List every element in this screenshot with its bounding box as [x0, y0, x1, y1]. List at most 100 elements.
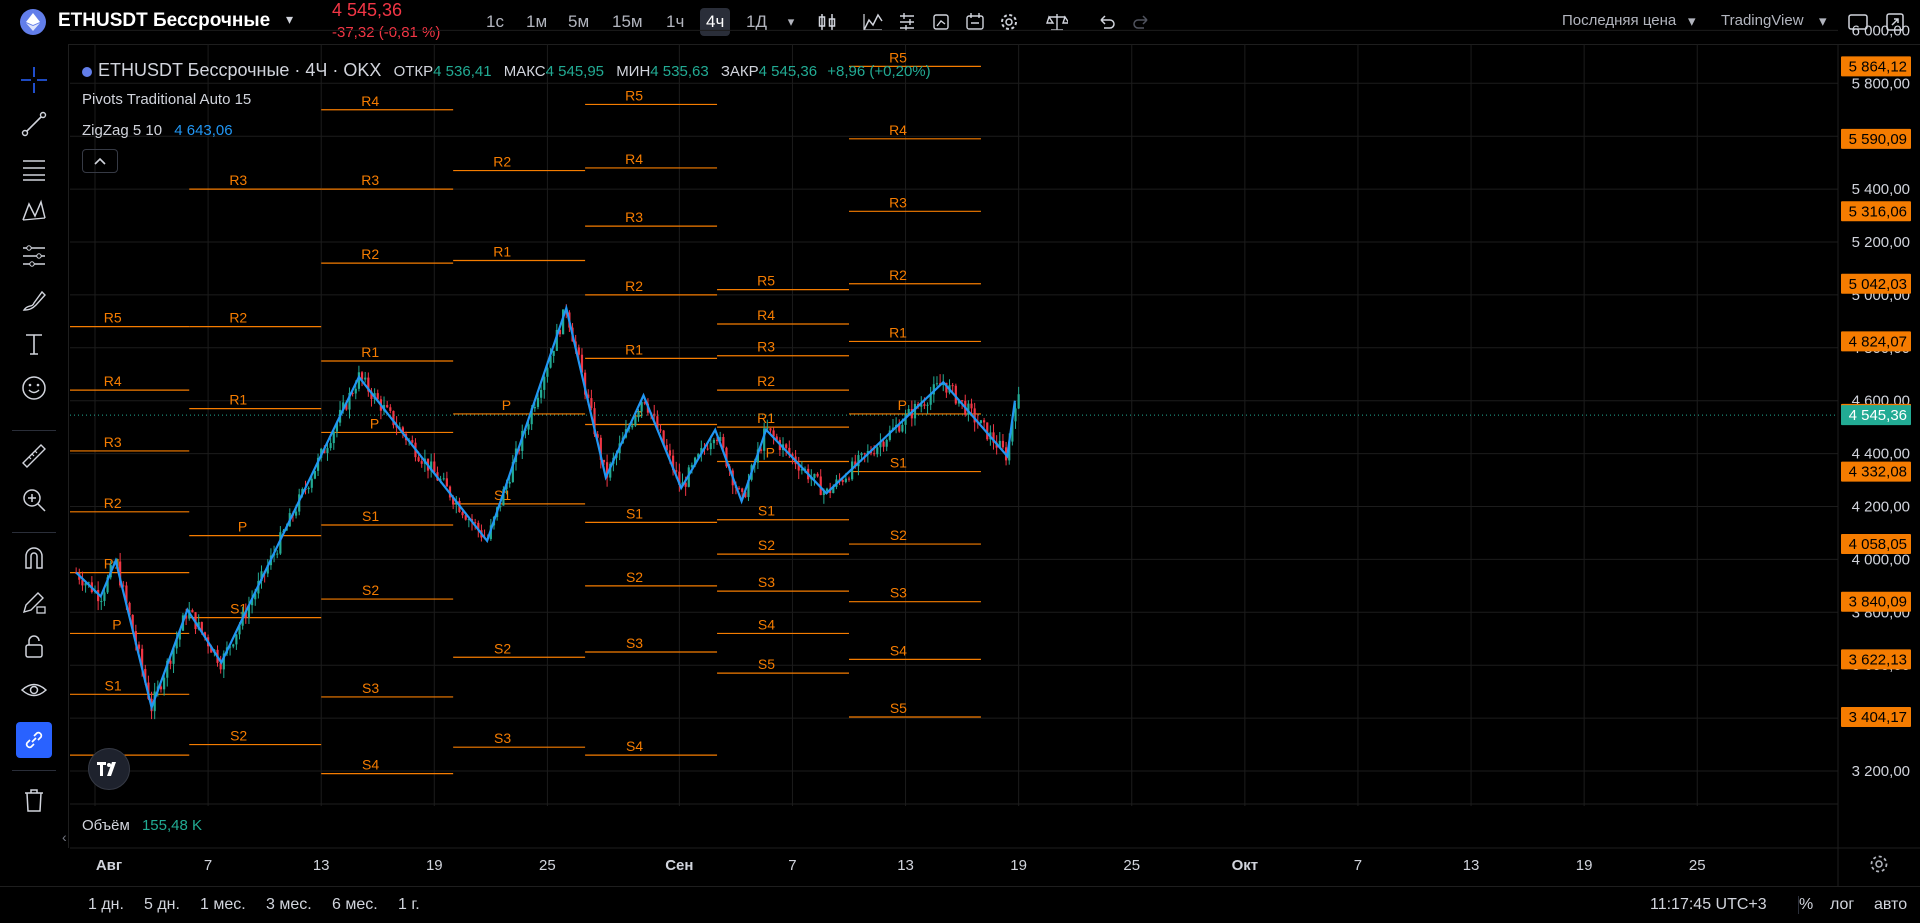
- range-1d[interactable]: 1 дн.: [88, 896, 124, 914]
- pivot-level-label: R5: [104, 310, 122, 326]
- pivot-level-label: S4: [626, 738, 643, 754]
- time-tick-label: 25: [1689, 857, 1706, 874]
- pivot-level-label: R2: [889, 267, 907, 283]
- pivot-level-label: R1: [229, 392, 247, 408]
- candle-body: [552, 350, 555, 356]
- candle-body: [191, 610, 194, 613]
- pivot-level-label: R4: [104, 373, 122, 389]
- range-3m[interactable]: 3 мес.: [266, 896, 312, 914]
- candle-body: [816, 473, 819, 477]
- pivots-indicator-legend[interactable]: Pivots Traditional Auto 15: [82, 91, 251, 108]
- candle-body: [445, 478, 448, 487]
- pivot-level-label: R1: [361, 344, 379, 360]
- legend-title: ETHUSDT Бессрочные · 4Ч · OKX: [98, 60, 382, 80]
- bottom-toolbar: 1 дн. 5 дн. 1 мес. 3 мес. 6 мес. 1 г. 11…: [0, 886, 1920, 923]
- candle-body: [420, 461, 423, 464]
- price-tick-label: 5 400,00: [1852, 181, 1910, 198]
- volume-value: 155,48 K: [141, 817, 203, 834]
- pivot-level-label: S2: [758, 537, 775, 553]
- clock-timezone[interactable]: 11:17:45 UTC+3: [1650, 896, 1767, 914]
- candle-body: [841, 480, 844, 482]
- pivot-level-label: S1: [758, 503, 775, 519]
- time-tick-label: 13: [1463, 857, 1480, 874]
- time-tick-label: 7: [204, 857, 212, 874]
- pivot-level-label: R4: [757, 307, 775, 323]
- pivot-level-label: S2: [890, 527, 907, 543]
- settings-icon[interactable]: [1868, 853, 1890, 880]
- range-6m[interactable]: 6 мес.: [332, 896, 378, 914]
- pivot-level-label: R4: [889, 122, 907, 138]
- candle-body: [863, 453, 866, 455]
- pivot-price-label: 4 332,08: [1849, 464, 1907, 481]
- pivot-level-label: S5: [890, 700, 907, 716]
- percent-scale-toggle[interactable]: %: [1798, 896, 1813, 914]
- pivot-level-label: R3: [229, 172, 247, 188]
- price-tick-label: 4 200,00: [1852, 499, 1910, 516]
- chart-area[interactable]: R5 R4 R3 R2 R1 P S1 R3 R2 R1 P S1 S2 R4 R3 R2 R1 P S1 S2 S3 S…: [0, 0, 1920, 886]
- pivot-level-label: S2: [230, 728, 247, 744]
- candle-body: [935, 383, 939, 385]
- candle-body: [901, 424, 904, 432]
- candle-body: [417, 457, 420, 462]
- pivot-level-label: R1: [757, 410, 775, 426]
- pivot-level-label: S1: [890, 455, 907, 471]
- pivot-level-label: R1: [625, 341, 643, 357]
- time-tick-label: 19: [426, 857, 443, 874]
- close-value: 4 545,36: [758, 63, 818, 80]
- pivot-level-label: S3: [758, 574, 775, 590]
- time-tick-label: 7: [788, 857, 796, 874]
- candle-body: [590, 398, 593, 409]
- pivot-level-label: P: [766, 445, 775, 461]
- tradingview-logo-icon[interactable]: [88, 748, 130, 790]
- volume-legend[interactable]: Объём 155,48 K: [82, 817, 202, 834]
- price-tick-label: 4 400,00: [1852, 446, 1910, 463]
- pivot-level-label: P: [502, 397, 511, 413]
- zigzag-indicator-legend[interactable]: ZigZag 5 10 4 643,06: [82, 122, 233, 139]
- zigzag-label: ZigZag 5 10: [82, 122, 163, 139]
- interval-dot-icon: [82, 67, 92, 78]
- log-scale-toggle[interactable]: лог: [1830, 896, 1854, 914]
- pivot-level-label: S1: [626, 505, 643, 521]
- candle-body: [543, 376, 546, 390]
- pivot-price-label: 3 840,09: [1849, 594, 1907, 611]
- candle-body: [741, 488, 744, 492]
- price-tick-label: 5 800,00: [1852, 75, 1910, 92]
- pivot-level-label: S2: [362, 582, 379, 598]
- pivot-level-label: S4: [362, 757, 379, 773]
- pivot-level-label: R2: [493, 154, 511, 170]
- main-series-legend[interactable]: ETHUSDT Бессрочные · 4Ч · OKX ОТКР4 536,…: [82, 60, 931, 81]
- candle-body: [882, 441, 885, 447]
- pivot-price-label: 4 824,07: [1849, 333, 1907, 350]
- candle-body: [631, 425, 634, 428]
- price-tick-label: 6 000,00: [1852, 22, 1910, 39]
- range-1m[interactable]: 1 мес.: [200, 896, 246, 914]
- pivot-level-label: R1: [889, 324, 907, 340]
- time-tick-label: Окт: [1232, 857, 1259, 874]
- pivot-level-label: S3: [362, 680, 379, 696]
- pivot-level-label: R2: [361, 246, 379, 262]
- pivot-level-label: P: [112, 616, 121, 632]
- range-5d[interactable]: 5 дн.: [144, 896, 180, 914]
- auto-scale-toggle[interactable]: авто: [1874, 896, 1907, 914]
- candle-body: [100, 600, 103, 602]
- candle-body: [533, 406, 536, 409]
- candle-body: [844, 478, 847, 482]
- pivot-price-label: 5 042,03: [1849, 276, 1907, 293]
- candle-body: [926, 404, 929, 406]
- pivot-level-label: R3: [757, 339, 775, 355]
- candle-body: [536, 397, 540, 407]
- candle-body: [307, 487, 310, 490]
- candle-body: [1017, 394, 1020, 409]
- collapse-legend-button[interactable]: [82, 149, 118, 173]
- close-delta: +8,96 (+0,20%): [827, 63, 931, 80]
- price-tick-label: 5 200,00: [1852, 234, 1910, 251]
- time-tick-label: 13: [313, 857, 330, 874]
- candle-body: [876, 447, 879, 455]
- candle-body: [923, 404, 926, 406]
- range-1y[interactable]: 1 г.: [398, 896, 420, 914]
- candle-body: [706, 448, 709, 450]
- candle-body: [235, 634, 238, 645]
- pivot-level-label: S3: [494, 730, 511, 746]
- zigzag-value: 4 643,06: [174, 122, 233, 139]
- candle-body: [659, 429, 662, 431]
